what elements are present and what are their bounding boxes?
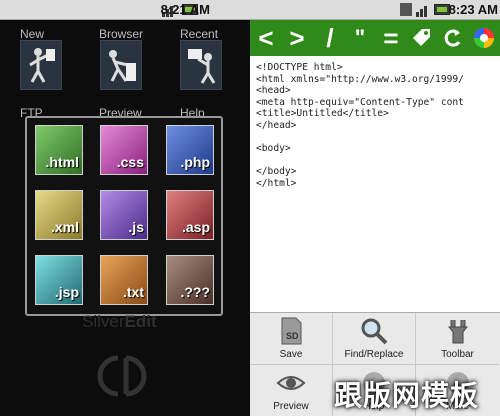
magnifier-icon — [361, 318, 388, 345]
app-logo-icon — [97, 355, 147, 397]
preview-label: Preview — [273, 401, 309, 412]
code-line: <head> — [256, 85, 291, 97]
type-xml-button[interactable]: .xml — [35, 190, 83, 240]
data-icon — [416, 4, 430, 17]
type-other-button[interactable]: .??? — [166, 255, 214, 305]
new-icon — [29, 48, 55, 83]
eye-icon — [276, 376, 306, 390]
code-line: ​ — [256, 155, 464, 167]
new-label: New — [20, 27, 45, 41]
code-line: ​ — [256, 132, 464, 144]
notification-icon — [400, 3, 412, 16]
insert-lt-button[interactable]: < — [256, 24, 276, 52]
type-css-button[interactable]: .css — [100, 125, 148, 175]
watermark-text: 跟版网模板 — [334, 380, 480, 411]
insert-equals-button[interactable]: = — [381, 24, 401, 52]
tag-icon[interactable] — [410, 24, 430, 52]
status-bar: 8:21 AM — [0, 0, 250, 20]
type-php-button[interactable]: .php — [166, 125, 214, 175]
save-label: Save — [279, 349, 303, 360]
editor-toolbar: < > / " = — [250, 20, 500, 56]
browser-icon — [109, 50, 136, 82]
type-txt-button[interactable]: .txt — [100, 255, 148, 305]
battery-icon — [434, 4, 450, 15]
right-screen: 8:23 AM < > / " = <!DOCTYPE html> <html x… — [250, 0, 500, 416]
svg-text:SD: SD — [286, 331, 299, 341]
recent-icon — [188, 49, 216, 84]
brand-part2: Edit — [124, 312, 157, 331]
find-replace-label: Find/Replace — [344, 349, 404, 360]
type-asp-button[interactable]: .asp — [166, 190, 214, 240]
code-line: </head> — [256, 119, 297, 131]
status-time: 8:23 AM — [448, 2, 498, 17]
status-bar: 8:23 AM — [250, 0, 500, 20]
toolbar-menu-item[interactable]: Toolbar — [416, 313, 499, 365]
code-line: <html xmlns="http://www.w3.org/1999/ — [256, 73, 464, 85]
preview-menu-item[interactable]: Preview — [250, 365, 333, 416]
recent-label: Recent — [180, 27, 219, 41]
sd-card-icon: SD — [281, 317, 302, 345]
insert-gt-button[interactable]: > — [287, 24, 307, 52]
insert-quote-button[interactable]: " — [350, 24, 370, 52]
browser-label: Browser — [99, 27, 144, 41]
insert-slash-button[interactable]: / — [320, 24, 340, 52]
brand-part1: Silver — [82, 312, 125, 331]
new-button[interactable] — [20, 40, 62, 90]
color-picker-icon[interactable] — [472, 24, 494, 52]
toolbar-label: Toolbar — [441, 349, 474, 360]
code-line: </html> — [256, 177, 297, 189]
file-type-picker: .html .css .php .xml .js .asp .jsp .txt … — [25, 116, 223, 316]
code-line: <body> — [256, 143, 291, 155]
save-menu-item[interactable]: SD Save — [250, 313, 333, 365]
code-editor[interactable]: <!DOCTYPE html> <html xmlns="http://www.w… — [256, 62, 464, 190]
refresh-icon[interactable] — [441, 24, 461, 52]
type-jsp-button[interactable]: .jsp — [35, 255, 83, 305]
browser-button[interactable] — [100, 40, 142, 90]
find-replace-menu-item[interactable]: Find/Replace — [333, 313, 416, 365]
code-line: <!DOCTYPE html> — [256, 62, 343, 73]
recent-button[interactable] — [180, 40, 222, 90]
status-time: 8:21 AM — [160, 2, 210, 17]
code-line: </body> — [256, 166, 297, 178]
wrench-icon — [447, 320, 468, 344]
app-brand: SilverEdit — [82, 312, 157, 332]
code-line: <meta http-equiv="Content-Type" cont — [256, 96, 464, 108]
type-html-button[interactable]: .html — [35, 125, 83, 175]
type-js-button[interactable]: .js — [100, 190, 148, 240]
left-screen: 8:21 AM New Browser Recent FTP Preview H… — [0, 0, 250, 416]
code-line: <title>Untitled</title> — [256, 108, 389, 120]
